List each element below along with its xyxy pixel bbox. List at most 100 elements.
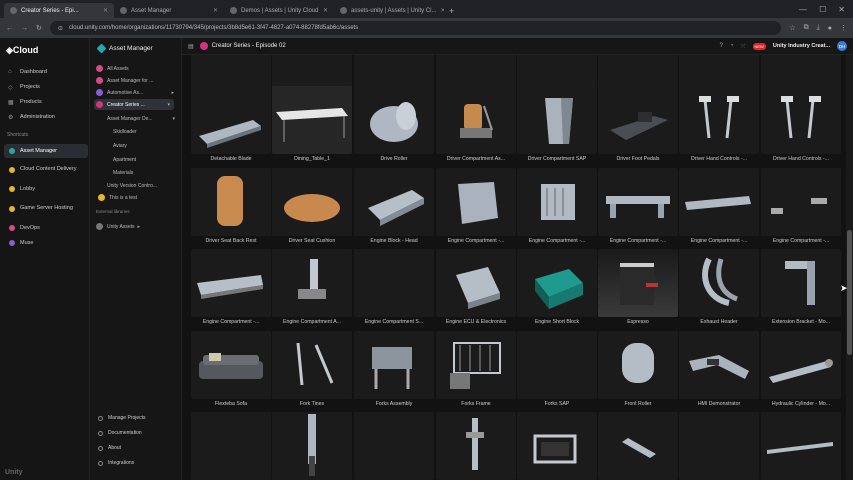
nav-products[interactable]: ▦ Products bbox=[0, 95, 90, 109]
asset-card[interactable] bbox=[679, 412, 759, 480]
notifications-icon[interactable]: ◔ bbox=[730, 43, 734, 49]
forward-icon[interactable]: → bbox=[21, 25, 28, 32]
about-link[interactable]: About bbox=[98, 445, 121, 451]
maximize-icon[interactable]: ☐ bbox=[819, 5, 826, 14]
asset-thumbnail[interactable] bbox=[598, 249, 678, 317]
asset-card[interactable]: Driver Seat Cushion bbox=[272, 168, 352, 247]
asset-card[interactable]: Engine Compartment -... bbox=[517, 168, 597, 247]
reload-icon[interactable]: ↻ bbox=[36, 24, 42, 32]
asset-thumbnail[interactable] bbox=[272, 168, 352, 236]
asset-thumbnail[interactable] bbox=[761, 331, 841, 399]
asset-thumbnail[interactable] bbox=[191, 331, 271, 399]
extensions-icon[interactable]: ⧉ bbox=[804, 24, 809, 32]
asset-thumbnail[interactable] bbox=[598, 412, 678, 480]
asset-card[interactable]: Driver Foot Pedals bbox=[598, 86, 678, 165]
shortcut-asset-manager[interactable]: Asset Manager bbox=[4, 144, 88, 158]
cloud-logo[interactable]: ◈Cloud bbox=[6, 45, 38, 56]
asset-card[interactable]: Exhaust Header bbox=[679, 249, 759, 328]
back-icon[interactable]: ← bbox=[6, 25, 13, 32]
asset-card[interactable] bbox=[436, 412, 516, 480]
page-scrollbar[interactable] bbox=[846, 55, 853, 480]
asset-thumbnail[interactable] bbox=[517, 331, 597, 399]
library-asset-manager-for[interactable]: Asset Manager for ... bbox=[96, 75, 178, 86]
asset-card[interactable]: Front Roller bbox=[598, 331, 678, 410]
collection-aviary[interactable]: Aviary bbox=[113, 140, 177, 151]
documentation-link[interactable]: Documentation bbox=[98, 430, 142, 436]
asset-card[interactable]: Hydraulic Cylinder - Mo... bbox=[761, 331, 841, 410]
asset-thumbnail[interactable] bbox=[436, 168, 516, 236]
site-info-icon[interactable]: ⊙ bbox=[58, 25, 63, 32]
asset-thumbnail[interactable] bbox=[517, 86, 597, 154]
asset-card[interactable]: Driver Hand Controls -... bbox=[761, 86, 841, 165]
asset-card[interactable]: Driver Compartment SAP bbox=[517, 86, 597, 165]
asset-thumbnail[interactable] bbox=[272, 86, 352, 154]
asset-thumbnail[interactable] bbox=[761, 249, 841, 317]
asset-thumbnail[interactable] bbox=[517, 249, 597, 317]
library-automotive[interactable]: Automotive As... ▸ bbox=[96, 87, 178, 98]
asset-card[interactable]: Espresso bbox=[598, 249, 678, 328]
library-this-is-a-test[interactable]: This is a test bbox=[98, 192, 178, 203]
asset-thumbnail[interactable] bbox=[272, 249, 352, 317]
asset-card[interactable]: Driver Compartment As... bbox=[436, 86, 516, 165]
asset-thumbnail[interactable] bbox=[598, 331, 678, 399]
browser-tab-0[interactable]: Creator Series - Epi... ✕ bbox=[4, 3, 114, 18]
library-all-assets[interactable]: All Assets bbox=[96, 63, 178, 74]
asset-card[interactable]: Driver Hand Controls -... bbox=[679, 86, 759, 165]
collection-unity-version-control[interactable]: Unity Version Contro... bbox=[107, 180, 179, 191]
asset-card[interactable]: Forks Frame bbox=[436, 331, 516, 410]
asset-card[interactable]: Engine Compartment -... bbox=[598, 168, 678, 247]
expand-caret-icon[interactable]: ▾ bbox=[172, 116, 175, 122]
asset-thumbnail[interactable] bbox=[191, 168, 271, 236]
library-unity-assets[interactable]: Unity Assets ▸ bbox=[96, 221, 178, 232]
asset-card[interactable]: Engine Compartment -... bbox=[761, 168, 841, 247]
browser-tab-3[interactable]: assets-unity | Assets | Unity Cl... ✕ bbox=[334, 3, 444, 18]
manage-projects-link[interactable]: Manage Projects bbox=[98, 415, 146, 421]
close-tab-icon[interactable]: ✕ bbox=[323, 7, 328, 14]
asset-card[interactable]: HMI Demonstrator bbox=[679, 331, 759, 410]
collection-materials[interactable]: Materials bbox=[113, 167, 177, 178]
collection-skidloader[interactable]: Skidloader bbox=[113, 126, 177, 137]
asset-card[interactable] bbox=[598, 412, 678, 480]
asset-card[interactable]: Forks SAP bbox=[517, 331, 597, 410]
asset-thumbnail[interactable] bbox=[679, 249, 759, 317]
asset-card[interactable]: Flexteba Sofa bbox=[191, 331, 271, 410]
toggle-sidebar-icon[interactable]: ▤ bbox=[188, 43, 194, 50]
asset-card[interactable] bbox=[517, 412, 597, 480]
project-selector[interactable]: Creator Series - Episode 02 bbox=[199, 42, 286, 50]
new-tab-button[interactable]: + bbox=[444, 3, 459, 18]
nav-administration[interactable]: ⚙ Administration bbox=[0, 110, 90, 124]
nav-projects[interactable]: ◇ Projects bbox=[0, 80, 90, 94]
asset-thumbnail[interactable] bbox=[598, 168, 678, 236]
asset-card[interactable] bbox=[761, 412, 841, 480]
asset-card[interactable]: Engine Compartment -... bbox=[679, 168, 759, 247]
integrations-link[interactable]: Integrations bbox=[98, 460, 134, 466]
asset-card[interactable]: Driver Seat Back Rest bbox=[191, 168, 271, 247]
expand-caret-icon[interactable]: ▸ bbox=[138, 224, 141, 230]
asset-card[interactable]: Engine Short Block bbox=[517, 249, 597, 328]
asset-card[interactable] bbox=[272, 412, 352, 480]
asset-thumbnail[interactable] bbox=[191, 412, 271, 480]
url-field[interactable]: ⊙ cloud.unity.com/home/organizations/1173… bbox=[49, 21, 782, 35]
collection-asset-manager-demo[interactable]: Asset Manager De... ▾ bbox=[107, 113, 179, 124]
asset-thumbnail[interactable] bbox=[191, 249, 271, 317]
asset-card[interactable]: Drive Roller bbox=[354, 86, 434, 165]
download-icon[interactable]: ⤓ bbox=[817, 24, 820, 32]
user-avatar[interactable]: DH bbox=[837, 41, 847, 51]
asset-thumbnail[interactable] bbox=[517, 412, 597, 480]
asset-card[interactable]: Detachable Blade bbox=[191, 86, 271, 165]
asset-thumbnail[interactable] bbox=[354, 331, 434, 399]
asset-card[interactable]: Engine Compartment A... bbox=[272, 249, 352, 328]
asset-thumbnail[interactable] bbox=[761, 86, 841, 154]
shortcut-devops[interactable]: DevOps bbox=[4, 221, 88, 235]
asset-thumbnail[interactable] bbox=[354, 412, 434, 480]
help-icon[interactable]: ? bbox=[720, 43, 723, 49]
asset-thumbnail[interactable] bbox=[354, 168, 434, 236]
library-creator-series[interactable]: Creator Series ... ▾ bbox=[94, 99, 174, 110]
shortcut-muse[interactable]: Muse bbox=[4, 236, 88, 250]
expand-caret-icon[interactable]: ▸ bbox=[171, 90, 174, 96]
shortcut-lobby[interactable]: Lobby bbox=[4, 182, 88, 196]
asset-thumbnail[interactable] bbox=[272, 412, 352, 480]
asset-thumbnail[interactable] bbox=[679, 412, 759, 480]
asset-thumbnail[interactable] bbox=[761, 412, 841, 480]
asset-thumbnail[interactable] bbox=[191, 86, 271, 154]
